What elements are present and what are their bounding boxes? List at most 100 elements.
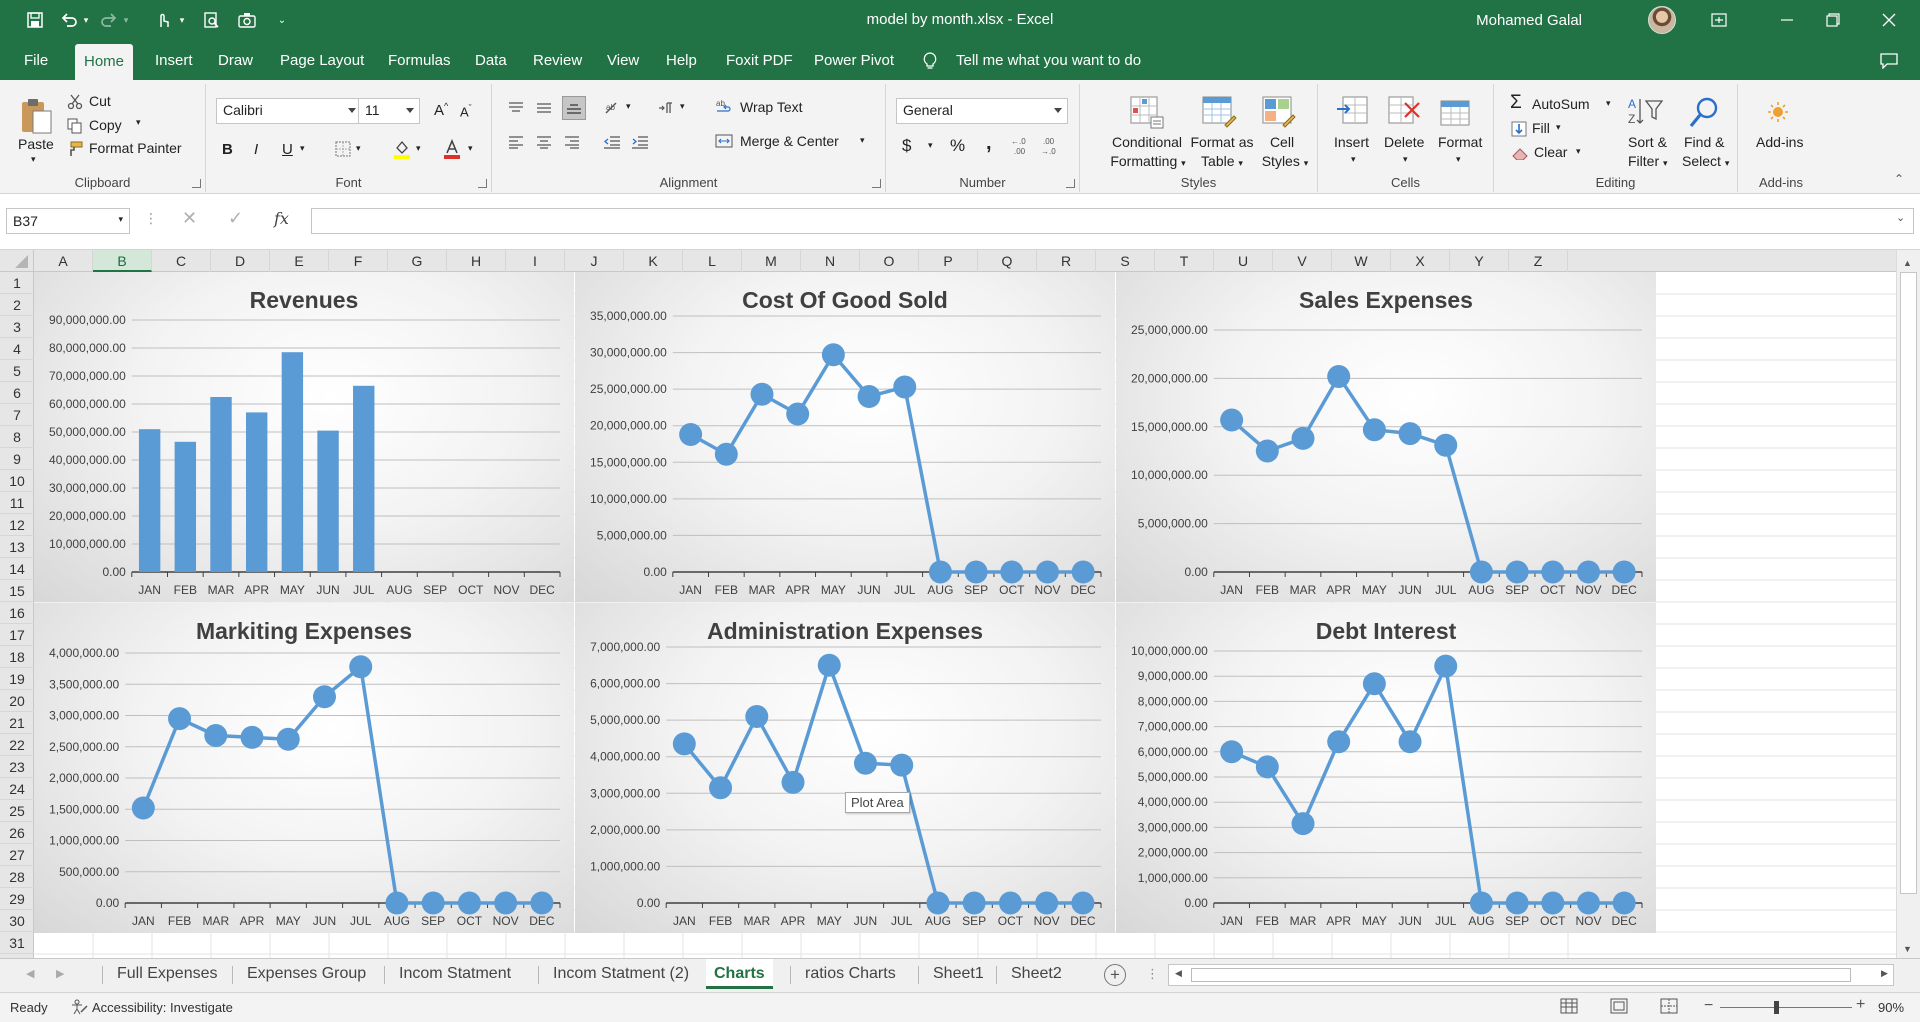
undo-icon[interactable]	[56, 0, 82, 40]
data-point[interactable]	[204, 724, 228, 747]
data-point[interactable]	[853, 751, 877, 775]
accessibility-status[interactable]: Accessibility: Investigate	[92, 1000, 233, 1015]
column-header[interactable]: A	[34, 250, 93, 272]
tab-split-handle-icon[interactable]: ⋮	[1146, 966, 1159, 982]
bold-icon[interactable]: B	[222, 141, 233, 158]
row-header[interactable]: 10	[0, 470, 34, 492]
scroll-right-icon[interactable]: ▶	[1881, 968, 1888, 979]
data-point[interactable]	[679, 422, 703, 446]
tab-power-pivot[interactable]: Power Pivot	[814, 40, 894, 80]
data-point[interactable]	[1327, 730, 1351, 754]
column-header[interactable]: P	[919, 250, 978, 272]
expand-formula-bar-icon[interactable]: ⌄	[1896, 211, 1905, 224]
tab-data[interactable]: Data	[475, 40, 507, 80]
row-header[interactable]: 8	[0, 426, 34, 448]
row-header[interactable]: 3	[0, 316, 34, 338]
fill-dropdown-icon[interactable]: ▾	[1556, 122, 1561, 133]
horizontal-scrollbar[interactable]: ◀ ▶	[1168, 964, 1894, 986]
bar[interactable]	[210, 397, 232, 572]
orientation-dropdown-icon[interactable]: ▾	[626, 101, 631, 112]
row-header[interactable]: 12	[0, 514, 34, 536]
column-header[interactable]: D	[211, 250, 270, 272]
format-cells-button[interactable]: Format	[1438, 134, 1482, 150]
data-point[interactable]	[1541, 891, 1565, 915]
data-point[interactable]	[857, 384, 881, 408]
paste-dropdown-icon[interactable]: ▾	[31, 154, 36, 165]
format-as-table-label-2[interactable]: Table ▾	[1184, 153, 1260, 169]
column-header[interactable]: U	[1214, 250, 1273, 272]
column-header[interactable]: X	[1391, 250, 1450, 272]
tab-draw[interactable]: Draw	[218, 40, 253, 80]
clipboard-launcher-icon[interactable]	[192, 179, 201, 188]
row-header[interactable]: 11	[0, 492, 34, 514]
font-color-dropdown-icon[interactable]: ▾	[468, 143, 473, 154]
fill-color-dropdown-icon[interactable]: ▾	[416, 143, 421, 154]
cell-styles-label-1[interactable]: Cell	[1262, 134, 1302, 150]
data-point[interactable]	[1220, 408, 1244, 432]
row-header[interactable]: 23	[0, 756, 34, 778]
row-header[interactable]: 14	[0, 558, 34, 580]
font-family-select[interactable]: Calibri	[216, 98, 362, 124]
sort-filter-label-2[interactable]: Filter ▾	[1628, 153, 1668, 169]
bar[interactable]	[174, 441, 197, 572]
orientation-icon[interactable]: ab	[602, 98, 624, 118]
data-point[interactable]	[1327, 364, 1351, 388]
currency-dropdown-icon[interactable]: ▾	[928, 140, 933, 151]
data-point[interactable]	[1035, 891, 1059, 915]
font-color-icon[interactable]	[442, 138, 462, 160]
data-point[interactable]	[1505, 560, 1529, 584]
collapse-ribbon-icon[interactable]: ⌃	[1894, 172, 1904, 186]
data-point[interactable]	[1362, 418, 1386, 442]
row-header[interactable]: 5	[0, 360, 34, 382]
font-size-select[interactable]: 11	[358, 98, 420, 124]
customize-toolbar-icon[interactable]: ⌄	[274, 0, 290, 40]
find-select-label-2[interactable]: Select ▾	[1682, 153, 1729, 169]
data-point[interactable]	[385, 891, 409, 915]
bar[interactable]	[245, 412, 268, 572]
align-left-icon[interactable]	[506, 132, 526, 152]
column-header[interactable]: J	[565, 250, 624, 272]
sort-filter-label-1[interactable]: Sort &	[1628, 134, 1667, 150]
data-point[interactable]	[240, 725, 264, 749]
align-bottom-icon[interactable]	[562, 96, 586, 120]
data-point[interactable]	[1291, 812, 1315, 836]
wrap-text-button[interactable]: Wrap Text	[740, 99, 803, 115]
column-header[interactable]: L	[683, 250, 742, 272]
comments-icon[interactable]	[1880, 40, 1898, 80]
data-point[interactable]	[1255, 439, 1279, 463]
data-point[interactable]	[1255, 755, 1279, 779]
row-header[interactable]: 4	[0, 338, 34, 360]
user-avatar[interactable]	[1648, 6, 1676, 34]
column-header[interactable]: Q	[978, 250, 1037, 272]
column-header[interactable]: Y	[1450, 250, 1509, 272]
row-header[interactable]: 9	[0, 448, 34, 470]
data-point[interactable]	[964, 560, 988, 584]
format-dropdown-icon[interactable]: ▾	[1456, 154, 1461, 165]
cancel-entry-icon[interactable]: ✕	[182, 208, 197, 229]
page-layout-view-icon[interactable]	[1610, 998, 1628, 1017]
ribbon-display-options-icon[interactable]	[1696, 0, 1742, 40]
tab-file[interactable]: File	[24, 40, 48, 80]
row-header[interactable]: 30	[0, 910, 34, 932]
borders-dropdown-icon[interactable]: ▾	[356, 143, 361, 154]
decrease-indent-icon[interactable]	[602, 132, 622, 152]
increase-indent-icon[interactable]	[630, 132, 650, 152]
column-header[interactable]: E	[270, 250, 329, 272]
data-point[interactable]	[1505, 891, 1529, 915]
sheet-tab[interactable]: Incom Statment (2)	[553, 959, 689, 989]
data-point[interactable]	[1398, 730, 1422, 754]
touch-mode-icon[interactable]	[150, 0, 176, 40]
row-header[interactable]: 25	[0, 800, 34, 822]
column-header[interactable]: S	[1096, 250, 1155, 272]
minimize-icon[interactable]	[1764, 0, 1810, 40]
data-point[interactable]	[1071, 560, 1095, 584]
column-header[interactable]: F	[329, 250, 388, 272]
sheet-tab[interactable]: Full Expenses	[117, 959, 218, 989]
number-launcher-icon[interactable]	[1066, 179, 1075, 188]
column-header[interactable]: T	[1155, 250, 1214, 272]
zoom-slider-track[interactable]	[1720, 1007, 1852, 1008]
tab-help[interactable]: Help	[666, 40, 697, 80]
data-point[interactable]	[893, 375, 917, 399]
formula-bar-options-icon[interactable]: ⋮	[144, 210, 158, 227]
increase-decimal-icon[interactable]: ←.0.00	[1010, 134, 1034, 156]
